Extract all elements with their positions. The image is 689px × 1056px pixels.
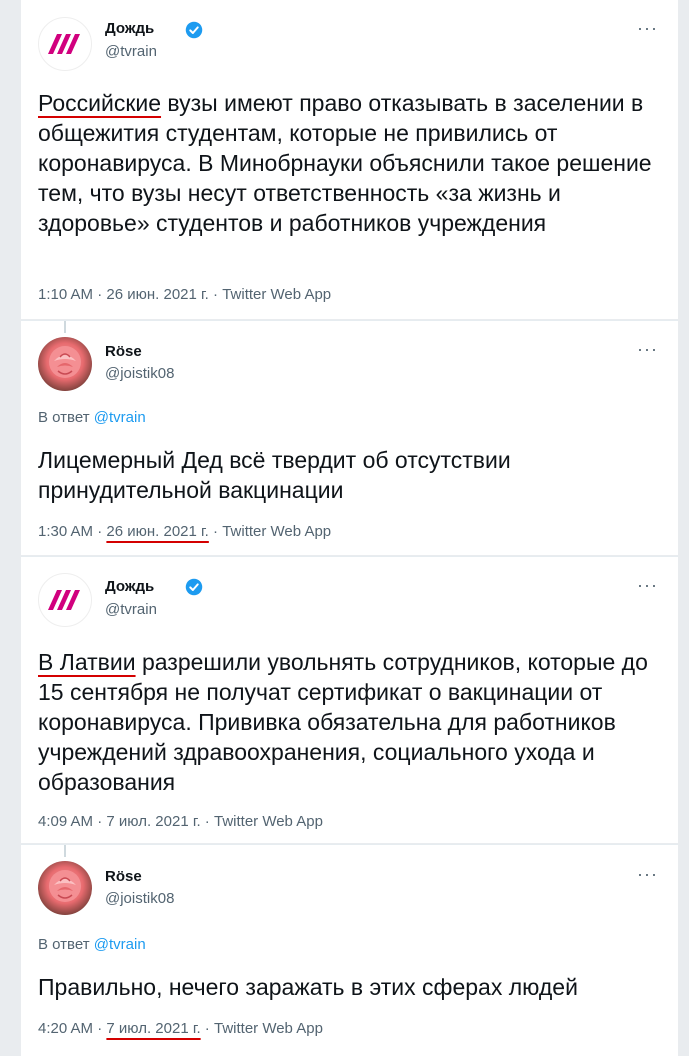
thread-line xyxy=(64,845,66,857)
verified-badge-icon xyxy=(185,21,203,39)
meta-separator: · xyxy=(200,1020,214,1037)
reply-prefix: В ответ xyxy=(38,409,94,426)
tweet-source[interactable]: Twitter Web App xyxy=(214,813,323,830)
tweet-meta: 4:20 AM · 7 июл. 2021 г. · Twitter Web A… xyxy=(38,1020,323,1037)
more-options-icon[interactable]: ··· xyxy=(637,18,658,39)
tweet-time[interactable]: 1:30 AM xyxy=(38,523,93,540)
tvrain-logo-avatar[interactable] xyxy=(38,17,92,71)
meta-separator: · xyxy=(208,523,223,540)
meta-separator: · xyxy=(93,286,107,303)
tweet-card[interactable]: Дождь @tvrain ··· Российские вузы имеют … xyxy=(21,0,678,319)
tvrain-logo-avatar[interactable] xyxy=(38,573,92,627)
tweet-meta: 1:30 AM · 26 июн. 2021 г. · Twitter Web … xyxy=(38,523,331,540)
rose-icon xyxy=(49,346,81,378)
author-name[interactable]: Дождь xyxy=(105,20,154,37)
author-handle[interactable]: @tvrain xyxy=(105,601,157,618)
rose-avatar[interactable] xyxy=(38,337,92,391)
reply-mention-link[interactable]: @tvrain xyxy=(94,936,146,953)
tweet-card[interactable]: Дождь @tvrain ··· В Латвии разрешили уво… xyxy=(21,557,678,843)
meta-separator: · xyxy=(93,523,107,540)
tweet-date[interactable]: 26 июн. 2021 г. xyxy=(106,523,208,540)
tweet-date[interactable]: 7 июл. 2021 г. xyxy=(106,813,200,830)
author-name[interactable]: Röse xyxy=(105,343,142,360)
tweet-text: В Латвии разрешили увольнять сотрудников… xyxy=(38,647,664,797)
tweet-text-highlight: В Латвии xyxy=(38,649,136,675)
tweet-time[interactable]: 4:09 AM xyxy=(38,813,93,830)
reply-card[interactable]: Röse @joistik08 ··· В ответ @tvrain Прав… xyxy=(21,845,678,1056)
rose-avatar[interactable] xyxy=(38,861,92,915)
reply-prefix: В ответ xyxy=(38,936,94,953)
more-options-icon[interactable]: ··· xyxy=(637,575,658,596)
tweet-meta: 4:09 AM · 7 июл. 2021 г. · Twitter Web A… xyxy=(38,813,323,830)
tweet-text: Лицемерный Дед всё твердит об отсутствии… xyxy=(38,447,511,503)
tweet-text-highlight: Российские xyxy=(38,90,162,116)
meta-separator: · xyxy=(93,1020,107,1037)
tweet-date[interactable]: 7 июл. 2021 г. xyxy=(106,1020,200,1037)
tvrain-logo xyxy=(48,34,80,54)
more-options-icon[interactable]: ··· xyxy=(637,339,658,360)
tweet-time[interactable]: 1:10 AM xyxy=(38,286,93,303)
rose-icon xyxy=(49,870,81,902)
author-handle[interactable]: @tvrain xyxy=(105,43,157,60)
reply-card[interactable]: Röse @joistik08 ··· В ответ @tvrain Лице… xyxy=(21,321,678,555)
tweet-text: Правильно, нечего заражать в этих сферах… xyxy=(38,974,578,1000)
author-name[interactable]: Röse xyxy=(105,868,142,885)
tweet-text: Российские вузы имеют право отказывать в… xyxy=(38,88,664,238)
author-name[interactable]: Дождь xyxy=(105,578,154,595)
reply-mention-link[interactable]: @tvrain xyxy=(94,409,146,426)
tvrain-logo xyxy=(48,590,80,610)
tweet-time[interactable]: 4:20 AM xyxy=(38,1020,93,1037)
tweet-date[interactable]: 26 июн. 2021 г. xyxy=(106,286,208,303)
meta-separator: · xyxy=(93,813,107,830)
reply-context: В ответ @tvrain xyxy=(38,409,146,426)
verified-badge-icon xyxy=(185,578,203,596)
author-handle[interactable]: @joistik08 xyxy=(105,365,174,382)
tweet-meta: 1:10 AM · 26 июн. 2021 г. · Twitter Web … xyxy=(38,286,331,303)
meta-separator: · xyxy=(200,813,214,830)
author-handle[interactable]: @joistik08 xyxy=(105,890,174,907)
meta-separator: · xyxy=(208,286,223,303)
tweet-source[interactable]: Twitter Web App xyxy=(222,523,331,540)
tweet-source[interactable]: Twitter Web App xyxy=(222,286,331,303)
tweet-source[interactable]: Twitter Web App xyxy=(214,1020,323,1037)
thread-line xyxy=(64,321,66,333)
reply-context: В ответ @tvrain xyxy=(38,936,146,953)
more-options-icon[interactable]: ··· xyxy=(637,864,658,885)
